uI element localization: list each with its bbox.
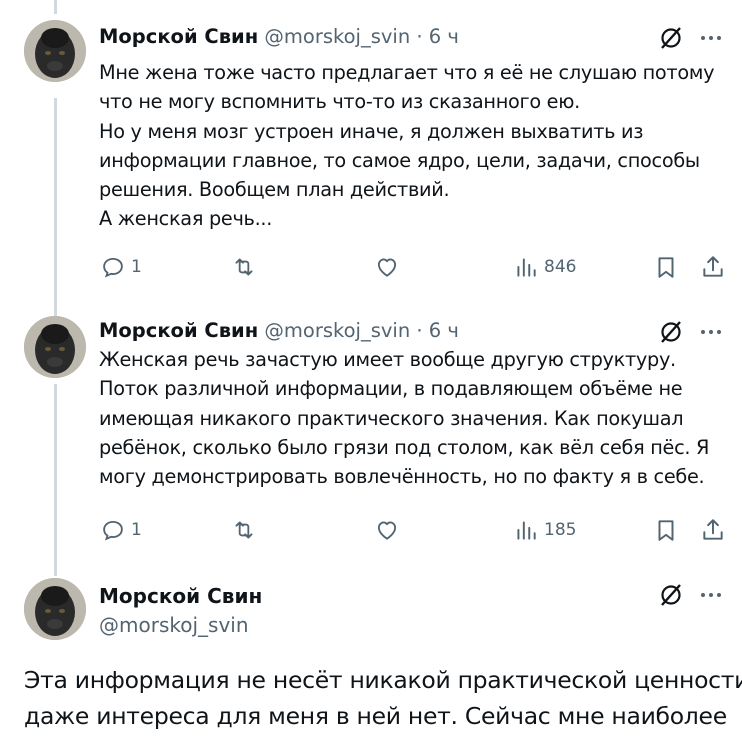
more-dots-icon[interactable]: [694, 578, 728, 612]
reply-button[interactable]: 1: [100, 510, 142, 550]
more-dots-icon[interactable]: [694, 315, 728, 349]
bookmark-button[interactable]: [653, 510, 679, 550]
tweet-text-line: Но у меня мозг устроен иначе, я должен в…: [99, 119, 644, 143]
tweet-text-line: Поток различной информации, в подавляюще…: [99, 377, 683, 401]
author-handle[interactable]: @morskoj_svin: [264, 25, 410, 48]
bookmark-button[interactable]: [653, 247, 679, 287]
heart-icon: [377, 521, 397, 540]
tweet-time[interactable]: 6 ч: [429, 25, 459, 48]
tweet-text-line: решения. Вообщем план действий.: [99, 178, 450, 202]
tweet-header: Морской Свин @morskoj_svin · 6 ч: [99, 24, 459, 50]
views-count: 846: [544, 257, 577, 277]
bookmark-icon: [658, 520, 674, 541]
author-name[interactable]: Морской Свин: [99, 582, 262, 610]
focused-tweet[interactable]: Морской Свин @morskoj_svin Эта информаци…: [0, 562, 742, 742]
tweet-time[interactable]: 6 ч: [429, 319, 459, 342]
tweet-text: Мне жена тоже часто предлагает что я её …: [99, 58, 731, 234]
repost-arrows-icon: [235, 258, 253, 276]
share-button[interactable]: [700, 510, 726, 550]
like-button[interactable]: [374, 510, 400, 550]
avatar[interactable]: [24, 578, 86, 640]
tweet-1[interactable]: Морской Свин @morskoj_svin · 6 ч Мне жен…: [0, 0, 742, 300]
reply-button[interactable]: 1: [100, 247, 142, 287]
author-handle[interactable]: @morskoj_svin: [99, 611, 249, 639]
avatar[interactable]: [24, 20, 86, 82]
tweet-text-line: А женская речь...: [99, 207, 273, 231]
focused-tweet-text: Эта информация не несёт никакой практиче…: [24, 662, 742, 734]
action-bar: 1 846: [88, 247, 736, 287]
views-bars-icon: [517, 258, 536, 277]
tweet-2[interactable]: Морской Свин @morskoj_svin · 6 ч Женская…: [0, 300, 742, 562]
heart-icon: [377, 258, 397, 277]
repost-button[interactable]: [231, 510, 257, 550]
tweet-text-line: Женская речь зачастую имеет вообще другу…: [99, 348, 676, 371]
tweet-text: Женская речь зачастую имеет вообще другу…: [99, 345, 731, 491]
reply-count: 1: [131, 520, 142, 540]
share-upload-icon: [703, 519, 723, 540]
bookmark-icon: [658, 257, 674, 278]
tweet-header: Морской Свин @morskoj_svin · 6 ч: [99, 318, 459, 344]
grok-slash-icon[interactable]: [654, 315, 688, 349]
grok-slash-icon[interactable]: [654, 578, 688, 612]
share-upload-icon: [703, 256, 723, 277]
share-button[interactable]: [700, 247, 726, 287]
views-count: 185: [544, 520, 577, 540]
grok-slash-icon[interactable]: [654, 21, 688, 55]
reply-bubble-icon: [103, 520, 123, 541]
repost-button[interactable]: [231, 247, 257, 287]
author-name[interactable]: Морской Свин: [99, 319, 258, 342]
avatar[interactable]: [24, 316, 86, 378]
tweet-text-line: даже интереса для меня в ней нет. Сейчас…: [24, 702, 727, 730]
tweet-text-line: ребёнок, сколько было грязи под столом, …: [99, 435, 710, 459]
tweet-text-line: информации главное, то самое ядро, цели,…: [99, 148, 700, 172]
reply-count: 1: [131, 257, 142, 277]
author-handle[interactable]: @morskoj_svin: [264, 319, 410, 342]
views-button[interactable]: 185: [513, 510, 576, 550]
meta-separator: ·: [416, 319, 423, 342]
author-name[interactable]: Морской Свин: [99, 25, 258, 48]
tweet-text-line: имеющая никакого практического значения.…: [99, 406, 684, 430]
like-button[interactable]: [374, 247, 400, 287]
tweet-text-line: Мне жена тоже часто предлагает что я её …: [99, 61, 715, 84]
views-bars-icon: [517, 521, 536, 540]
meta-separator: ·: [416, 25, 423, 48]
more-dots-icon[interactable]: [694, 21, 728, 55]
tweet-text-line: Эта информация не несёт никакой практиче…: [24, 666, 742, 694]
tweet-text-line: могу демонстрировать вовлечённость, но п…: [99, 465, 705, 489]
tweet-text-line: что не могу вспомнить что-то из сказанно…: [99, 90, 580, 114]
repost-arrows-icon: [235, 521, 253, 539]
views-button[interactable]: 846: [513, 247, 576, 287]
reply-bubble-icon: [103, 257, 123, 278]
action-bar: 1 185: [88, 510, 736, 550]
